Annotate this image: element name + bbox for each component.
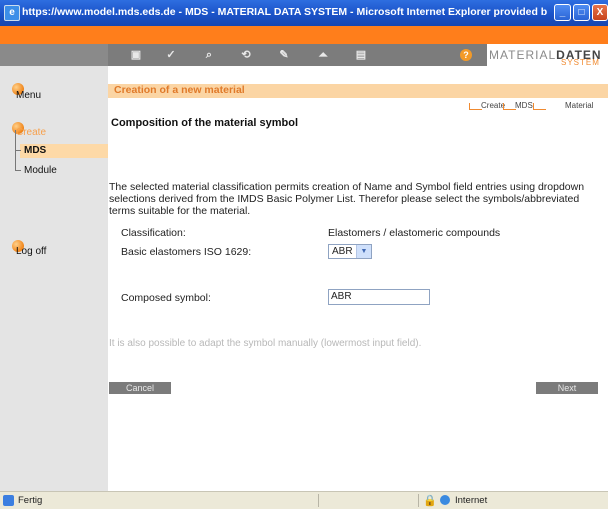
basic-elastomers-select[interactable]: ABR ▼ <box>328 244 372 259</box>
divider <box>418 494 419 507</box>
select-value: ABR <box>332 246 353 257</box>
breadcrumb-arrow-icon <box>533 103 546 110</box>
maximize-button[interactable]: □ <box>573 4 590 21</box>
divider <box>318 494 319 507</box>
logo-text-light: MATERIAL <box>489 48 557 62</box>
breadcrumb-material[interactable]: Material <box>565 101 593 110</box>
close-button[interactable]: X <box>592 4 608 21</box>
nav-left-block <box>0 44 108 66</box>
tree-branch <box>15 170 21 171</box>
hint-text: It is also possible to adapt the symbol … <box>109 338 422 349</box>
help-icon[interactable]: ? <box>460 49 472 61</box>
logo: MATERIALDATEN SYSTEM <box>487 44 608 66</box>
status-bar: Fertig 🔒 Internet <box>0 491 608 509</box>
sidebar-item-mds[interactable]: MDS <box>24 145 46 156</box>
section-title: Composition of the material symbol <box>111 117 299 129</box>
sidebar-item-menu[interactable]: Menu <box>16 90 41 101</box>
main-content <box>108 66 608 491</box>
edit-icon[interactable]: ✎ <box>278 49 290 61</box>
orange-band <box>0 26 608 44</box>
search-icon[interactable]: ⌕ <box>203 49 215 61</box>
home-icon[interactable]: ▣ <box>130 49 142 61</box>
sidebar-item-module[interactable]: Module <box>24 165 57 176</box>
page-header: Creation of a new material <box>108 84 608 98</box>
page-icon <box>3 495 14 506</box>
ie-icon: e <box>4 5 20 21</box>
globe-icon <box>440 495 450 505</box>
classification-label: Classification: <box>121 227 186 239</box>
breadcrumb-mds[interactable]: MDS <box>515 101 533 110</box>
refresh-icon[interactable]: ⟲ <box>240 49 252 61</box>
basic-elastomers-label: Basic elastomers ISO 1629: <box>121 246 252 258</box>
upload-icon[interactable]: ⏶ <box>317 49 329 61</box>
lock-icon: 🔒 <box>423 495 437 507</box>
status-text: Fertig <box>18 495 43 506</box>
breadcrumb-create[interactable]: Create <box>481 101 505 110</box>
window-title: https://www.model.mds.eds.de - MDS - MAT… <box>22 6 547 18</box>
check-icon[interactable]: ✓ <box>165 49 177 61</box>
page-title: Creation of a new material <box>114 84 245 96</box>
security-zone: Internet <box>455 495 488 506</box>
tree-branch <box>15 150 21 151</box>
print-icon[interactable]: ▤ <box>355 49 367 61</box>
logo-subtext: SYSTEM <box>561 58 600 66</box>
description-text: The selected material classification per… <box>109 181 585 217</box>
classification-value: Elastomers / elastomeric compounds <box>328 227 501 239</box>
sidebar-item-logoff[interactable]: Log off <box>16 246 46 257</box>
chevron-down-icon[interactable]: ▼ <box>356 245 371 258</box>
composed-symbol-label: Composed symbol: <box>121 292 211 304</box>
sidebar-item-create[interactable]: Create <box>16 127 46 138</box>
cancel-button[interactable]: Cancel <box>109 382 171 394</box>
next-button[interactable]: Next <box>536 382 598 394</box>
title-bar: e https://www.model.mds.eds.de - MDS - M… <box>0 0 608 26</box>
composed-symbol-input[interactable]: ABR <box>328 289 430 305</box>
minimize-button[interactable]: _ <box>554 4 571 21</box>
